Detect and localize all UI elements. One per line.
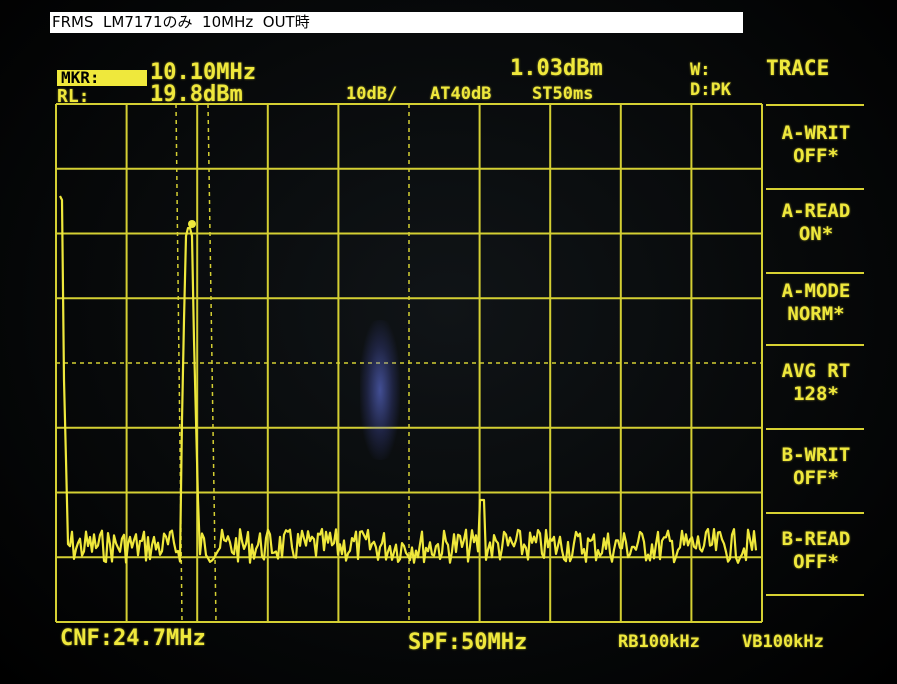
softkey-label: A-READ	[781, 200, 851, 222]
softkey-label: B-READ	[781, 528, 851, 550]
center-frequency: CNF:24.7MHz	[60, 626, 206, 651]
softkey-state: NORM*	[787, 303, 845, 325]
softkey-state: OFF*	[793, 551, 839, 573]
softkey-a-read[interactable]: A-READ ON*	[766, 186, 866, 268]
spectrum-trace	[59, 195, 758, 564]
marker-dot	[188, 220, 196, 228]
softkey-a-mode[interactable]: A-MODE NORM*	[766, 266, 866, 348]
spectrum-graticule	[55, 103, 763, 623]
softkey-a-write[interactable]: A-WRIT OFF*	[766, 108, 866, 190]
spectrum-analyzer-screen: FRMS LM7171のみ 10MHz OUT時 MKR: 10.10MHz 1…	[0, 0, 897, 684]
softkey-avg-rate[interactable]: AVG RT 128*	[766, 346, 866, 428]
screen-reflection	[360, 320, 400, 460]
softkey-divider	[766, 104, 864, 106]
video-bandwidth: VB100kHz	[742, 632, 824, 652]
softkey-state: ON*	[798, 223, 834, 245]
softkey-label: B-WRIT	[781, 444, 851, 466]
softkey-state: OFF*	[793, 467, 839, 489]
frequency-span: SPF:50MHz	[408, 630, 528, 655]
softkey-state: 128*	[793, 383, 839, 405]
softkey-label: A-WRIT	[781, 122, 851, 144]
softkey-label: AVG RT	[781, 360, 851, 382]
softkey-b-read[interactable]: B-READ OFF*	[766, 514, 866, 596]
softkey-b-write[interactable]: B-WRIT OFF*	[766, 430, 866, 512]
softkey-label: A-MODE	[781, 280, 851, 302]
softkey-state: OFF*	[793, 145, 839, 167]
resolution-bandwidth: RB100kHz	[618, 632, 700, 652]
